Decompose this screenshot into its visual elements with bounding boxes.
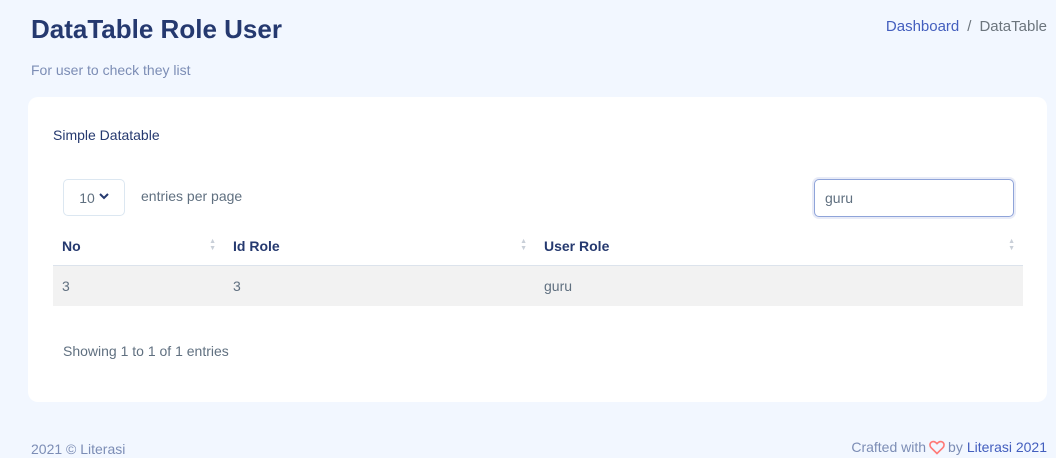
breadcrumb-current: DataTable — [979, 18, 1047, 35]
footer-credits: Crafted with by Literasi 2021 — [851, 439, 1047, 455]
page-title: DataTable Role User — [31, 14, 282, 44]
sort-icon: ▲ ▼ — [520, 238, 527, 252]
footer-crafted-text: Crafted with — [851, 439, 927, 455]
footer-by-text: by — [948, 439, 963, 455]
search-input[interactable] — [814, 179, 1014, 217]
column-header-label: No — [62, 238, 81, 254]
table-info: Showing 1 to 1 of 1 entries — [63, 343, 229, 359]
table-cell-user-role: guru — [535, 265, 1023, 306]
column-header-label: User Role — [544, 238, 610, 254]
column-header-id-role[interactable]: Id Role ▲ ▼ — [224, 227, 535, 266]
entries-select-value: 10 — [79, 189, 95, 206]
breadcrumb-dashboard-link[interactable]: Dashboard — [886, 18, 959, 35]
column-header-user-role[interactable]: User Role ▲ ▼ — [535, 227, 1023, 266]
entries-per-page-label: entries per page — [141, 188, 243, 204]
breadcrumb-separator: / — [967, 18, 972, 35]
table-header-row: No ▲ ▼ Id Role ▲ ▼ User Role ▲ ▼ — [53, 227, 1023, 266]
page-subtitle: For user to check they list — [31, 62, 191, 78]
table-row: 3 3 guru — [53, 265, 1023, 306]
footer-literasi-link[interactable]: Literasi 2021 — [967, 439, 1047, 455]
data-table: No ▲ ▼ Id Role ▲ ▼ User Role ▲ ▼ 3 3 guru — [53, 227, 1023, 306]
sort-icon: ▲ ▼ — [1008, 238, 1015, 252]
breadcrumb: Dashboard / DataTable — [886, 18, 1047, 35]
column-header-no[interactable]: No ▲ ▼ — [53, 227, 224, 266]
footer-copyright: 2021 © Literasi — [31, 441, 126, 457]
table-cell-no: 3 — [53, 265, 224, 306]
entries-per-page-select[interactable]: 10 — [63, 179, 125, 216]
column-header-label: Id Role — [233, 238, 280, 254]
datatable-card: Simple Datatable 10 entries per page No … — [28, 97, 1047, 402]
sort-icon: ▲ ▼ — [209, 238, 216, 252]
chevron-down-icon — [99, 192, 109, 203]
table-cell-id-role: 3 — [224, 265, 535, 306]
heart-icon — [929, 440, 945, 455]
card-title: Simple Datatable — [53, 127, 160, 143]
